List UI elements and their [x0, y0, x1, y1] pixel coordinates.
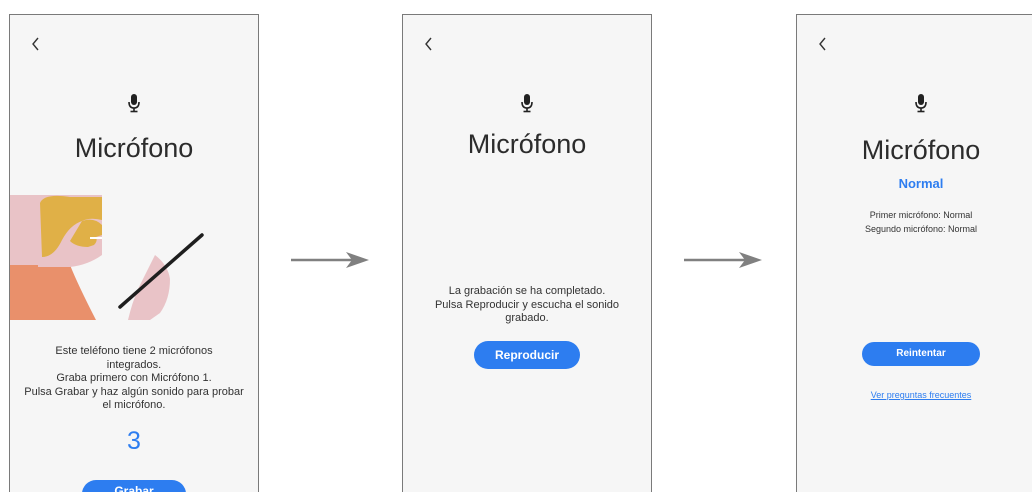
instructions-text: Este teléfono tiene 2 micrófonos integra…	[24, 345, 244, 411]
play-button[interactable]: Reproducir	[474, 341, 580, 369]
page-title: Micrófono	[467, 129, 587, 159]
countdown-value: 3	[127, 427, 141, 455]
back-icon[interactable]	[419, 34, 439, 54]
phone-screen-result: Micrófono Normal Primer micrófono: Norma…	[796, 14, 1032, 492]
first-mic-result: Primer micrófono: Normal	[869, 210, 973, 220]
test-result-status: Normal	[898, 176, 944, 191]
recording-complete-message: La grabación se ha completado. Pulsa Rep…	[434, 285, 620, 324]
page-title: Micrófono	[74, 133, 194, 163]
arrow-right-icon	[683, 250, 763, 275]
microphone-icon	[126, 93, 142, 113]
arrow-right-icon	[290, 250, 370, 275]
back-icon[interactable]	[26, 34, 46, 54]
back-icon[interactable]	[813, 34, 833, 54]
page-title: Micrófono	[861, 135, 981, 165]
phone-screen-record: Micrófono Este teléfono tiene 2 micrófon…	[9, 14, 259, 492]
second-mic-result: Segundo micrófono: Normal	[864, 224, 978, 234]
faq-link[interactable]: Ver preguntas frecuentes	[797, 390, 1032, 400]
microphone-icon	[913, 93, 929, 113]
microphone-results: Primer micrófono: Normal Segundo micrófo…	[797, 208, 1032, 236]
record-button[interactable]: Grabar	[82, 480, 186, 492]
phone-screen-playback: Micrófono La grabación se ha completado.…	[402, 14, 652, 492]
microphone-icon	[519, 93, 535, 113]
retry-button[interactable]: Reintentar	[862, 342, 980, 366]
person-with-phone-illustration	[10, 195, 220, 320]
